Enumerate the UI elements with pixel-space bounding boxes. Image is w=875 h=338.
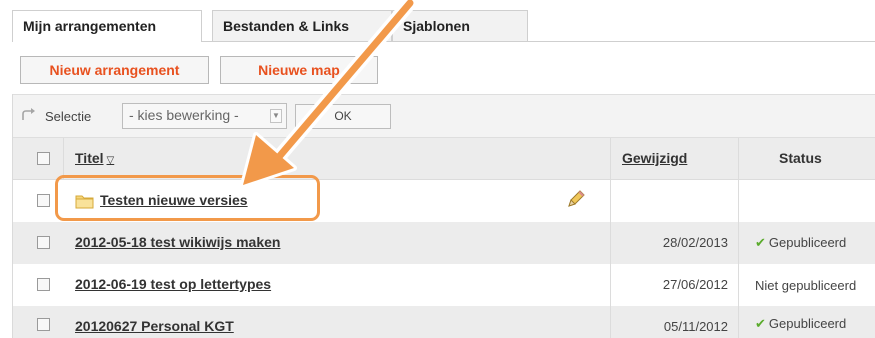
annotation-arrow xyxy=(240,0,417,188)
